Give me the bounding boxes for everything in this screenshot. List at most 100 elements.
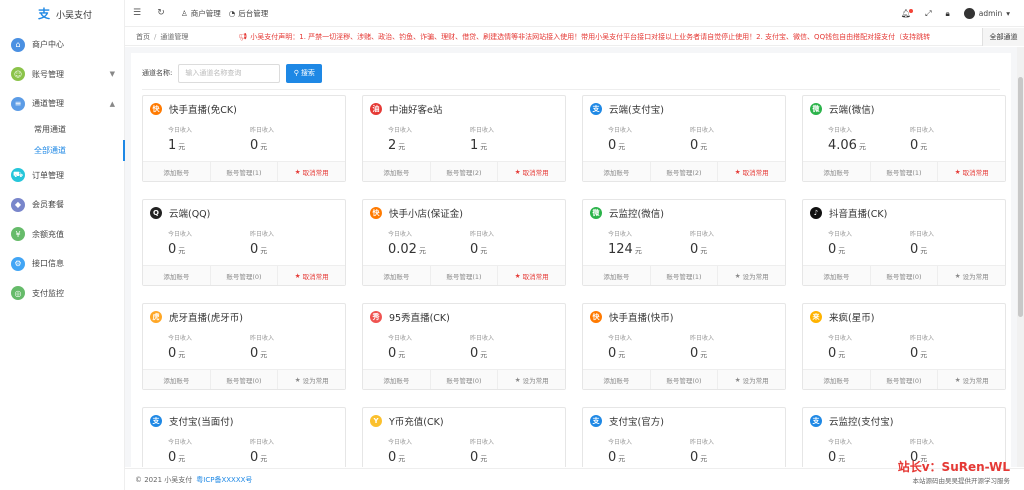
tab-admin-label: 后台管理 xyxy=(238,8,269,18)
stat-yesterday-amount: 0 xyxy=(910,137,919,153)
sidebar-item-user[interactable]: ☺ 账号管理 ▼ xyxy=(0,60,124,90)
add-account-button[interactable]: 添加账号 xyxy=(143,162,210,181)
manage-accounts-button[interactable]: 账号管理(0) xyxy=(209,266,278,285)
stat-today-amount: 0 xyxy=(168,241,177,257)
sidebar-subitem-common-channels[interactable]: 常用通道 xyxy=(0,119,124,140)
search-input[interactable] xyxy=(178,63,281,83)
menu-toggle-icon[interactable]: ☰ xyxy=(125,8,149,18)
manage-accounts-button[interactable]: 账号管理(1) xyxy=(429,266,498,285)
tab-all-channels[interactable]: 全部通道 xyxy=(982,27,1024,46)
stat-today-amount: 1 xyxy=(168,137,177,153)
sidebar-item-label: 接口信息 xyxy=(32,259,64,269)
stat-today: 今日收入 0元 xyxy=(583,330,665,370)
unit-label: 元 xyxy=(634,246,642,255)
channel-card: 快 快手直播(免CK) 今日收入 1元 昨日收入 0元 添加账号 账号管理(1)… xyxy=(142,95,346,182)
manage-accounts-button[interactable]: 账号管理(0) xyxy=(649,370,718,389)
stat-today-amount: 4.06 xyxy=(828,137,857,153)
set-common-button[interactable]: ★ 设为常用 xyxy=(277,370,345,389)
stat-today: 今日收入 0元 xyxy=(363,330,445,370)
unit-label: 元 xyxy=(480,246,488,255)
scrollbar[interactable] xyxy=(1017,47,1024,467)
stat-today-amount: 0 xyxy=(168,449,177,465)
cancel-common-button[interactable]: ★ 取消常用 xyxy=(937,162,1005,181)
tab-admin[interactable]: ◔ 后台管理 xyxy=(229,8,269,19)
set-common-button[interactable]: ★ 设为常用 xyxy=(717,266,785,285)
channel-card-header: 来 来疯(星币) xyxy=(803,304,1005,330)
tab-merchant[interactable]: ♙ 商户管理 xyxy=(181,8,221,19)
manage-accounts-button[interactable]: 账号管理(0) xyxy=(869,266,938,285)
add-account-button[interactable]: 添加账号 xyxy=(803,266,870,285)
sidebar-subitem-all-channels[interactable]: 全部通道 xyxy=(0,139,125,161)
manage-accounts-button[interactable]: 账号管理(0) xyxy=(209,370,278,389)
set-common-button[interactable]: ★ 设为常用 xyxy=(937,370,1005,389)
set-common-button[interactable]: ★ 设为常用 xyxy=(717,370,785,389)
sidebar-item-home[interactable]: ⌂ 商户中心 xyxy=(0,30,124,60)
kuaishou-icon: 快 xyxy=(590,310,602,323)
channel-card-header: 支 云端(支付宝) xyxy=(583,96,785,122)
manage-accounts-button[interactable]: 账号管理(1) xyxy=(209,162,278,181)
refresh-icon[interactable]: ↻ xyxy=(149,8,173,18)
channel-card-header: 支 云监控(支付宝) xyxy=(803,408,1005,434)
search-button[interactable]: ⚲ 搜索 xyxy=(286,63,323,83)
channel-name: 支付宝(官方) xyxy=(609,416,664,428)
stat-today: 今日收入 0元 xyxy=(803,330,885,370)
channel-card-actions: 添加账号 账号管理(2) ★ 取消常用 xyxy=(363,161,565,181)
add-account-button[interactable]: 添加账号 xyxy=(803,370,870,389)
cancel-common-button[interactable]: ★ 取消常用 xyxy=(717,162,785,181)
star-icon: ★ xyxy=(294,271,301,280)
common-toggle-label: 取消常用 xyxy=(302,168,329,177)
cancel-common-button[interactable]: ★ 取消常用 xyxy=(497,266,565,285)
bell-icon[interactable]: 🔔︎ xyxy=(901,9,914,18)
unit-label: 元 xyxy=(260,142,268,151)
manage-accounts-button[interactable]: 账号管理(0) xyxy=(429,370,498,389)
unit-label: 元 xyxy=(480,350,488,359)
channel-card-header: 虎 虎牙直播(虎牙币) xyxy=(143,304,345,330)
add-account-button[interactable]: 添加账号 xyxy=(363,162,430,181)
add-account-button[interactable]: 添加账号 xyxy=(583,370,650,389)
lock-icon[interactable]: 🔒︎ xyxy=(945,9,949,19)
add-account-button[interactable]: 添加账号 xyxy=(143,370,210,389)
add-account-button[interactable]: 添加账号 xyxy=(143,266,210,285)
unit-label: 元 xyxy=(838,246,846,255)
sidebar-item-api[interactable]: ⚙ 接口信息 xyxy=(0,249,124,279)
manage-accounts-button[interactable]: 账号管理(0) xyxy=(869,370,938,389)
add-account-button[interactable]: 添加账号 xyxy=(803,162,870,181)
manage-accounts-button[interactable]: 账号管理(1) xyxy=(869,162,938,181)
cancel-common-button[interactable]: ★ 取消常用 xyxy=(277,162,345,181)
stat-yesterday-label: 昨日收入 xyxy=(250,334,275,342)
stat-today-value: 1元 xyxy=(168,138,225,153)
user-menu[interactable]: admin ▾ xyxy=(963,8,1010,19)
sidebar-item-channel[interactable]: ≡ 通道管理 ▲ xyxy=(0,89,124,119)
kuaishou-icon: 快 xyxy=(150,102,162,115)
add-account-button[interactable]: 添加账号 xyxy=(583,162,650,181)
manage-accounts-button[interactable]: 账号管理(2) xyxy=(649,162,718,181)
sidebar-item-diamond[interactable]: ◆ 会员套餐 xyxy=(0,190,124,220)
add-account-button[interactable]: 添加账号 xyxy=(363,370,430,389)
sidebar-item-cart[interactable]: ⛟ 订单管理 xyxy=(0,161,124,191)
stat-yesterday: 昨日收入 0元 xyxy=(665,434,747,467)
manage-accounts-button[interactable]: 账号管理(1) xyxy=(649,266,718,285)
manage-accounts-button[interactable]: 账号管理(2) xyxy=(429,162,498,181)
cancel-common-button[interactable]: ★ 取消常用 xyxy=(497,162,565,181)
stat-today: 今日收入 0元 xyxy=(583,122,665,162)
add-account-button[interactable]: 添加账号 xyxy=(363,266,430,285)
cancel-common-button[interactable]: ★ 取消常用 xyxy=(277,266,345,285)
scrollbar-thumb[interactable] xyxy=(1018,77,1023,317)
set-common-button[interactable]: ★ 设为常用 xyxy=(497,370,565,389)
breadcrumb-home[interactable]: 首页 xyxy=(136,32,150,42)
footer-icp-link[interactable]: 粤ICP备XXXXX号 xyxy=(196,475,252,485)
stat-yesterday-value: 0元 xyxy=(690,138,747,153)
app-logo[interactable]: 支 小吴支付 xyxy=(0,0,124,28)
add-account-button[interactable]: 添加账号 xyxy=(583,266,650,285)
stat-today-value: 0元 xyxy=(168,346,225,361)
sidebar-item-monitor[interactable]: ◎ 支付监控 xyxy=(0,279,124,309)
set-common-button[interactable]: ★ 设为常用 xyxy=(937,266,1005,285)
fullscreen-icon[interactable]: ⤢ xyxy=(925,9,931,19)
sidebar-item-wallet[interactable]: ¥ 余额充值 xyxy=(0,220,124,250)
common-toggle-label: 取消常用 xyxy=(742,168,769,177)
megaphone-icon: 📢︎ xyxy=(238,32,248,41)
star-icon: ★ xyxy=(734,271,741,280)
channel-card-header: 快 快手直播(免CK) xyxy=(143,96,345,122)
app-name: 小吴支付 xyxy=(56,10,93,21)
sidebar-item-label: 余额充值 xyxy=(32,229,64,239)
